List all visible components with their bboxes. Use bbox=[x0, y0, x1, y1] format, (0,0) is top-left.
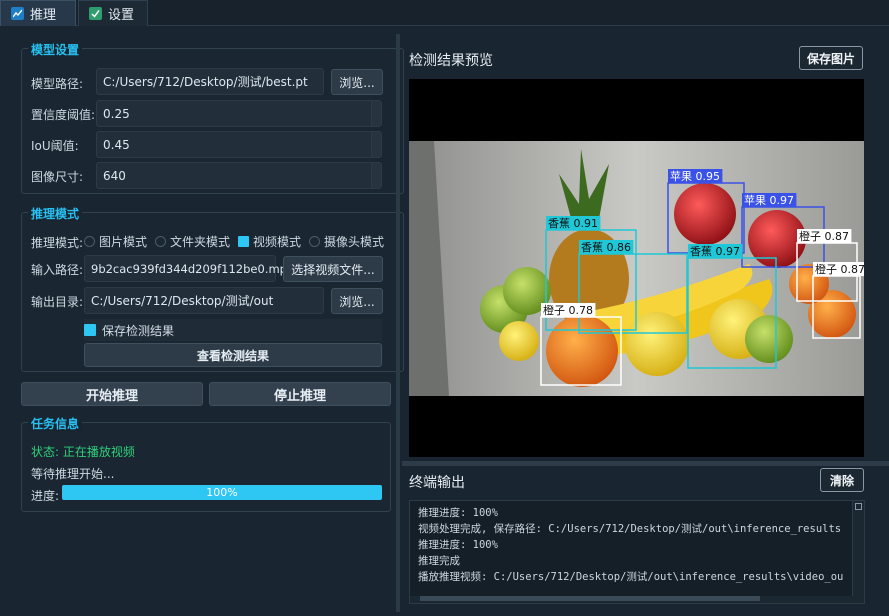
radio-image-mode[interactable]: 图片模式 bbox=[84, 233, 147, 250]
progress-text: 100% bbox=[206, 486, 238, 499]
tab-inference[interactable]: 推理 bbox=[0, 0, 76, 26]
output-browse-button[interactable]: 浏览... bbox=[331, 288, 383, 314]
preview-title: 检测结果预览 bbox=[409, 53, 493, 69]
save-results-checkbox[interactable]: 保存检测结果 bbox=[84, 319, 382, 341]
tab-bar: 推理 设置 bbox=[0, 0, 889, 26]
radio-indicator-selected bbox=[238, 236, 250, 247]
detection-label: 苹果 0.97 bbox=[744, 193, 794, 207]
radio-camera-mode[interactable]: 摄像头模式 bbox=[309, 233, 384, 250]
lemon bbox=[499, 321, 539, 361]
model-settings-title: 模型设置 bbox=[28, 41, 83, 58]
terminal-lines: 推理进度: 100% 视频处理完成, 保存路径: C:/Users/712/De… bbox=[410, 501, 864, 585]
progress-bar: 100% bbox=[62, 485, 382, 500]
panel-splitter[interactable] bbox=[396, 34, 400, 612]
input-path-label: 输入路径: bbox=[31, 263, 84, 277]
iou-spin-arrows[interactable] bbox=[371, 132, 381, 157]
checkbox-checked-icon bbox=[84, 324, 96, 336]
stop-inference-button[interactable]: 停止推理 bbox=[209, 382, 391, 406]
detection-label: 香蕉 0.97 bbox=[690, 245, 740, 258]
detection-label: 橙子 0.87 bbox=[815, 262, 864, 276]
hscroll-thumb[interactable] bbox=[420, 596, 760, 601]
tab-inference-label: 推理 bbox=[30, 8, 57, 23]
terminal-output[interactable]: 推理进度: 100% 视频处理完成, 保存路径: C:/Users/712/De… bbox=[409, 500, 865, 604]
save-image-button[interactable]: 保存图片 bbox=[799, 46, 863, 70]
start-inference-button[interactable]: 开始推理 bbox=[21, 382, 203, 406]
inference-mode-label: 推理模式: bbox=[31, 236, 84, 250]
input-path-input[interactable]: 9b2cac939fd344d209f112be0.mp4 bbox=[84, 255, 294, 282]
iou-threshold-value: 0.45 bbox=[103, 137, 130, 152]
iou-threshold-spinbox[interactable]: 0.45 bbox=[96, 131, 382, 158]
terminal-line: 推理完成 bbox=[418, 555, 460, 567]
radio-indicator bbox=[84, 236, 95, 247]
left-panel: 模型设置 模型路径: C:/Users/712/Desktop/测试/best.… bbox=[14, 34, 404, 616]
waiting-text: 等待推理开始... bbox=[31, 467, 115, 481]
terminal-vscrollbar[interactable] bbox=[852, 501, 864, 603]
imgsz-spin-arrows[interactable] bbox=[371, 163, 381, 188]
preview-terminal-splitter[interactable] bbox=[402, 461, 889, 466]
inference-mode-group: 推理模式 推理模式: 图片模式 文件夹模式 视频模式 摄像头模式 输入路径: 9… bbox=[21, 205, 404, 372]
settings-check-icon bbox=[89, 7, 102, 20]
image-size-spinbox[interactable]: 640 bbox=[96, 162, 382, 189]
radio-indicator bbox=[155, 236, 167, 247]
lemon bbox=[625, 312, 689, 376]
terminal-hscrollbar[interactable] bbox=[410, 596, 854, 603]
image-size-label: 图像尺寸: bbox=[31, 170, 84, 184]
detection-label: 橙子 0.87 bbox=[799, 229, 849, 243]
detection-label: 橙子 0.78 bbox=[543, 303, 593, 317]
orange-fruit bbox=[546, 315, 618, 387]
task-info-group: 任务信息 状态: 正在播放视频 等待推理开始... 进度: 100% bbox=[21, 415, 391, 512]
output-dir-input[interactable]: C:/Users/712/Desktop/测试/out bbox=[84, 287, 324, 314]
model-browse-button[interactable]: 浏览... bbox=[331, 69, 383, 95]
preview-image: 苹果 0.95 苹果 0.97 香蕉 0.91 香蕉 0.86 香蕉 0.97 橙子 0.… bbox=[409, 141, 868, 396]
progress-label: 进度: bbox=[31, 489, 60, 503]
detection-label: 香蕉 0.91 bbox=[548, 217, 598, 230]
model-settings-group: 模型设置 模型路径: C:/Users/712/Desktop/测试/best.… bbox=[21, 41, 404, 194]
apple-1 bbox=[674, 183, 736, 245]
detection-label: 苹果 0.95 bbox=[670, 169, 720, 183]
terminal-line: 推理进度: 100% bbox=[418, 507, 498, 519]
terminal-title: 终端输出 bbox=[409, 475, 465, 491]
task-info-title: 任务信息 bbox=[28, 415, 83, 432]
conf-threshold-spinbox[interactable]: 0.25 bbox=[96, 100, 382, 127]
model-path-label: 模型路径: bbox=[31, 77, 84, 91]
green-fruit bbox=[745, 315, 793, 363]
radio-folder-mode[interactable]: 文件夹模式 bbox=[155, 233, 230, 250]
conf-threshold-label: 置信度阈值: bbox=[31, 108, 96, 122]
clear-terminal-button[interactable]: 清除 bbox=[820, 468, 864, 492]
inference-mode-title: 推理模式 bbox=[28, 205, 83, 222]
terminal-line: 视频处理完成, 保存路径: C:/Users/712/Desktop/测试/ou… bbox=[418, 523, 842, 535]
iou-threshold-label: IoU阈值: bbox=[31, 139, 79, 153]
save-results-label: 保存检测结果 bbox=[102, 323, 175, 338]
radio-video-mode[interactable]: 视频模式 bbox=[238, 233, 301, 250]
terminal-line: 推理进度: 100% bbox=[418, 539, 498, 551]
status-text: 状态: 正在播放视频 bbox=[31, 445, 135, 459]
output-dir-label: 输出目录: bbox=[31, 295, 84, 309]
detection-preview: 苹果 0.95 苹果 0.97 香蕉 0.91 香蕉 0.86 香蕉 0.97 橙子 0.… bbox=[409, 79, 868, 457]
model-path-input[interactable]: C:/Users/712/Desktop/测试/best.pt bbox=[96, 68, 324, 95]
view-results-button[interactable]: 查看检测结果 bbox=[84, 343, 382, 367]
mode-radio-group: 图片模式 文件夹模式 视频模式 摄像头模式 bbox=[84, 233, 392, 250]
scroll-up-icon[interactable] bbox=[855, 503, 862, 510]
chart-icon bbox=[11, 7, 24, 20]
detection-label: 香蕉 0.86 bbox=[581, 241, 631, 254]
image-size-value: 640 bbox=[103, 168, 126, 183]
conf-spin-arrows[interactable] bbox=[371, 101, 381, 126]
select-video-button[interactable]: 选择视频文件... bbox=[283, 256, 383, 282]
conf-threshold-value: 0.25 bbox=[103, 106, 130, 121]
radio-indicator bbox=[309, 236, 321, 247]
right-panel: 检测结果预览 保存图片 苹果 0.95 苹果 0.97 香蕉 0.91 香蕉 0… bbox=[402, 34, 889, 616]
tab-settings-label: 设置 bbox=[108, 8, 135, 23]
tab-settings[interactable]: 设置 bbox=[78, 0, 148, 26]
terminal-line: 播放推理视频: C:/Users/712/Desktop/测试/out\infe… bbox=[418, 571, 844, 583]
